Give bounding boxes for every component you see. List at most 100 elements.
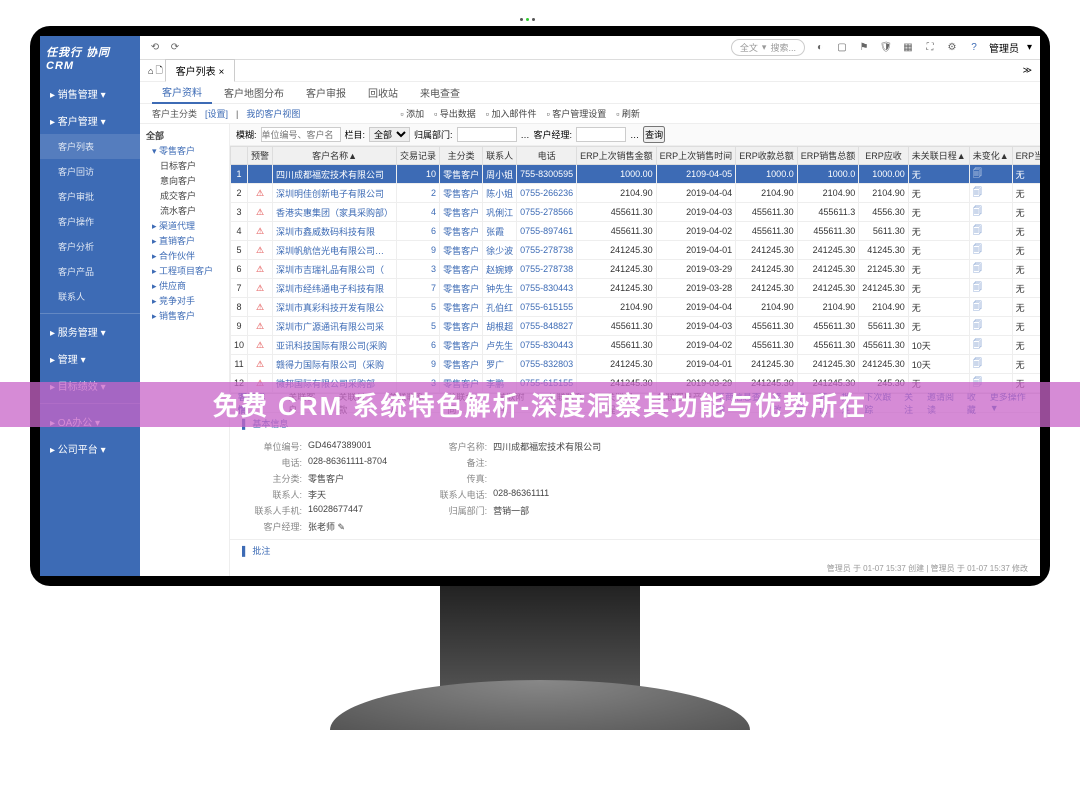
grid-icon[interactable]: ▦ bbox=[901, 41, 915, 55]
col-header[interactable]: 交易记录 bbox=[397, 147, 440, 165]
back-icon[interactable]: ⟲ bbox=[148, 41, 162, 55]
col-header[interactable]: 未关联日程▲ bbox=[908, 147, 969, 165]
search-row: 模糊: 栏目: 全部 归属部门: … 客户经理: … 查询 bbox=[230, 124, 1040, 146]
col-header[interactable]: 客户名称▲ bbox=[273, 147, 397, 165]
sidebar-item-8[interactable]: 联系人 bbox=[40, 284, 140, 309]
table-row[interactable]: 11⚠赣得力国际有限公司（采购9零售客户罗广0755-832803241245.… bbox=[231, 355, 1041, 374]
global-search[interactable]: 全文▾ 搜索... bbox=[731, 39, 805, 56]
search-button[interactable]: 查询 bbox=[643, 126, 665, 143]
table-row[interactable]: 6⚠深圳市吉瑞礼品有限公司（3零售客户赵婉婷0755-278738241245.… bbox=[231, 260, 1041, 279]
table-row[interactable]: 8⚠深圳市真彩科技开发有限公5零售客户孔伯红0755-6151552104.90… bbox=[231, 298, 1041, 317]
toolbar-btn-1[interactable]: ▫ 导出数据 bbox=[434, 107, 476, 120]
sidebar-item-0[interactable]: ▸ 销售管理 ▾ bbox=[40, 80, 140, 107]
shield-icon[interactable]: 🛡 bbox=[879, 41, 893, 55]
my-view-link[interactable]: 我的客户视图 bbox=[246, 107, 300, 120]
col-header[interactable]: 电话 bbox=[517, 147, 577, 165]
home-icon[interactable]: ⌂ bbox=[148, 66, 153, 76]
sidebar-item-9[interactable]: ▸ 服务管理 ▾ bbox=[40, 318, 140, 345]
help-icon[interactable]: ? bbox=[967, 41, 981, 55]
user-avatar-icon[interactable]: ◐ bbox=[813, 41, 827, 55]
subtab-1[interactable]: 客户地图分布 bbox=[214, 82, 294, 103]
sidebar-item-4[interactable]: 客户审批 bbox=[40, 184, 140, 209]
subtabs: 客户资料客户地图分布客户审报回收站来电查查 bbox=[140, 82, 1040, 104]
chat-icon[interactable]: ▢ bbox=[835, 41, 849, 55]
tree-item[interactable]: ▸ 直销客户 bbox=[144, 233, 225, 248]
toolbar-btn-0[interactable]: ▫ 添加 bbox=[400, 107, 424, 120]
tree-item[interactable]: 意向客户 bbox=[144, 173, 225, 188]
col-header[interactable]: ERP收款总额 bbox=[736, 147, 798, 165]
table-row[interactable]: 2⚠深圳明佳创新电子有限公司2零售客户陈小姐0755-2662362104.90… bbox=[231, 184, 1041, 203]
col-header[interactable]: 未变化▲ bbox=[969, 147, 1012, 165]
col-header[interactable] bbox=[231, 147, 248, 165]
col-header[interactable]: ERP上次销售时间 bbox=[656, 147, 736, 165]
promo-banner: 免费 CRM 系统特色解析-深度洞察其功能与优势所在 bbox=[0, 382, 1080, 427]
tree-item[interactable]: 全部 bbox=[144, 128, 225, 143]
category-tree: 全部▾ 零售客户日标客户意向客户成交客户流水客户▸ 渠道代理▸ 直销客户▸ 合作… bbox=[140, 124, 230, 576]
tree-item[interactable]: 流水客户 bbox=[144, 203, 225, 218]
topbar: ⟲ ⟳ 全文▾ 搜索... ◐ ▢ ⚑ 🛡 ▦ ⛶ ⚙ ? 管理员▾ bbox=[140, 36, 1040, 60]
gear-icon[interactable]: ⚙ bbox=[945, 41, 959, 55]
subtab-4[interactable]: 来电查查 bbox=[410, 82, 470, 103]
tree-item[interactable]: ▸ 销售客户 bbox=[144, 308, 225, 323]
monitor-frame: 任我行 协同CRM ▸ 销售管理 ▾▸ 客户管理 ▾客户列表客户回访客户审批客户… bbox=[30, 26, 1050, 586]
subtab-2[interactable]: 客户审报 bbox=[296, 82, 356, 103]
flag-icon[interactable]: ⚑ bbox=[857, 41, 871, 55]
col-header[interactable]: 主分类 bbox=[440, 147, 483, 165]
table-row[interactable]: 3⚠香港实惠集团（家具采购部）4零售客户巩俐江0755-278566455611… bbox=[231, 203, 1041, 222]
tab-customer-list[interactable]: 客户列表 × bbox=[165, 59, 236, 82]
main-area: ⟲ ⟳ 全文▾ 搜索... ◐ ▢ ⚑ 🛡 ▦ ⛶ ⚙ ? 管理员▾ ⌂ 🗋 客… bbox=[140, 36, 1040, 576]
dept-input[interactable] bbox=[457, 127, 517, 142]
col-header[interactable]: ERP销售总额 bbox=[797, 147, 859, 165]
col-header[interactable]: ERP应收 bbox=[859, 147, 909, 165]
table-row[interactable]: 7⚠深圳市经纬通电子科技有限7零售客户钟先生0755-830443241245.… bbox=[231, 279, 1041, 298]
user-label[interactable]: 管理员 bbox=[989, 40, 1019, 55]
toolbar-btn-4[interactable]: ▫ 刷新 bbox=[616, 107, 640, 120]
window-tabs: ⌂ 🗋 客户列表 × ≫ bbox=[140, 60, 1040, 82]
tree-item[interactable]: ▾ 零售客户 bbox=[144, 143, 225, 158]
toolbar-btn-2[interactable]: ▫ 加入邮件件 bbox=[486, 107, 537, 120]
filter-bar: 客户主分类 [设置] | 我的客户视图 ▫ 添加▫ 导出数据▫ 加入邮件件▫ 客… bbox=[140, 104, 1040, 124]
toolbar-btn-3[interactable]: ▫ 客户管理设置 bbox=[547, 107, 607, 120]
col-header[interactable]: 预警 bbox=[248, 147, 273, 165]
audit-footnote: 管理员 于 01-07 15:37 创建 | 管理员 于 01-07 15:37… bbox=[230, 561, 1040, 576]
monitor-base bbox=[330, 680, 750, 730]
col-header[interactable]: 联系人 bbox=[483, 147, 517, 165]
table-row[interactable]: 10⚠亚讯科技国际有限公司(采购6零售客户卢先生0755-83044345561… bbox=[231, 336, 1041, 355]
table-row[interactable]: 9⚠深圳市广源通讯有限公司采5零售客户胡根超0755-848827455611.… bbox=[231, 317, 1041, 336]
fuzzy-search-input[interactable] bbox=[261, 127, 341, 142]
more-tabs-icon[interactable]: ≫ bbox=[1023, 65, 1032, 76]
doc-icon[interactable]: 🗋 bbox=[155, 63, 162, 79]
sidebar-item-10[interactable]: ▸ 管理 ▾ bbox=[40, 345, 140, 372]
sidebar: 任我行 协同CRM ▸ 销售管理 ▾▸ 客户管理 ▾客户列表客户回访客户审批客户… bbox=[40, 36, 140, 576]
tree-item[interactable]: 成交客户 bbox=[144, 188, 225, 203]
sidebar-item-6[interactable]: 客户分析 bbox=[40, 234, 140, 259]
tree-item[interactable]: ▸ 渠道代理 bbox=[144, 218, 225, 233]
subtab-0[interactable]: 客户资料 bbox=[152, 81, 212, 104]
sidebar-item-3[interactable]: 客户回访 bbox=[40, 159, 140, 184]
expand-icon[interactable]: ⛶ bbox=[923, 41, 937, 55]
manager-input[interactable] bbox=[576, 127, 626, 142]
col-header[interactable]: ERP当前销售金额 bbox=[1012, 147, 1040, 165]
tree-item[interactable]: ▸ 竞争对手 bbox=[144, 293, 225, 308]
forward-icon[interactable]: ⟳ bbox=[168, 41, 182, 55]
tree-item[interactable]: ▸ 供应商 bbox=[144, 278, 225, 293]
customer-grid[interactable]: 预警客户名称▲交易记录主分类联系人电话ERP上次销售金额ERP上次销售时间ERP… bbox=[230, 146, 1040, 393]
filter-settings-link[interactable]: [设置] bbox=[205, 107, 228, 120]
column-select[interactable]: 全部 bbox=[369, 127, 410, 142]
remark-title: ▌批注 bbox=[230, 540, 1040, 561]
sidebar-item-13[interactable]: ▸ 公司平台 ▾ bbox=[40, 435, 140, 462]
detail-panel: 单位编号:GD4647389001电话:028-86361111-8704主分类… bbox=[230, 434, 1040, 540]
tree-item[interactable]: 日标客户 bbox=[144, 158, 225, 173]
table-row[interactable]: 4⚠深圳市鑫威数码科技有限6零售客户张霞0755-897461455611.30… bbox=[231, 222, 1041, 241]
tree-item[interactable]: ▸ 工程项目客户 bbox=[144, 263, 225, 278]
table-row[interactable]: 5⚠深圳帆航信光电有限公司…9零售客户徐少波0755-278738241245.… bbox=[231, 241, 1041, 260]
tree-item[interactable]: ▸ 合作伙伴 bbox=[144, 248, 225, 263]
sidebar-item-7[interactable]: 客户产品 bbox=[40, 259, 140, 284]
sidebar-item-5[interactable]: 客户操作 bbox=[40, 209, 140, 234]
sidebar-item-2[interactable]: 客户列表 bbox=[40, 134, 140, 159]
app-logo: 任我行 协同CRM bbox=[40, 36, 140, 80]
subtab-3[interactable]: 回收站 bbox=[358, 82, 408, 103]
col-header[interactable]: ERP上次销售金额 bbox=[577, 147, 657, 165]
table-row[interactable]: 1四川成都福宏技术有限公司10零售客户周小姐755-83005951000.00… bbox=[231, 165, 1041, 184]
sidebar-item-1[interactable]: ▸ 客户管理 ▾ bbox=[40, 107, 140, 134]
